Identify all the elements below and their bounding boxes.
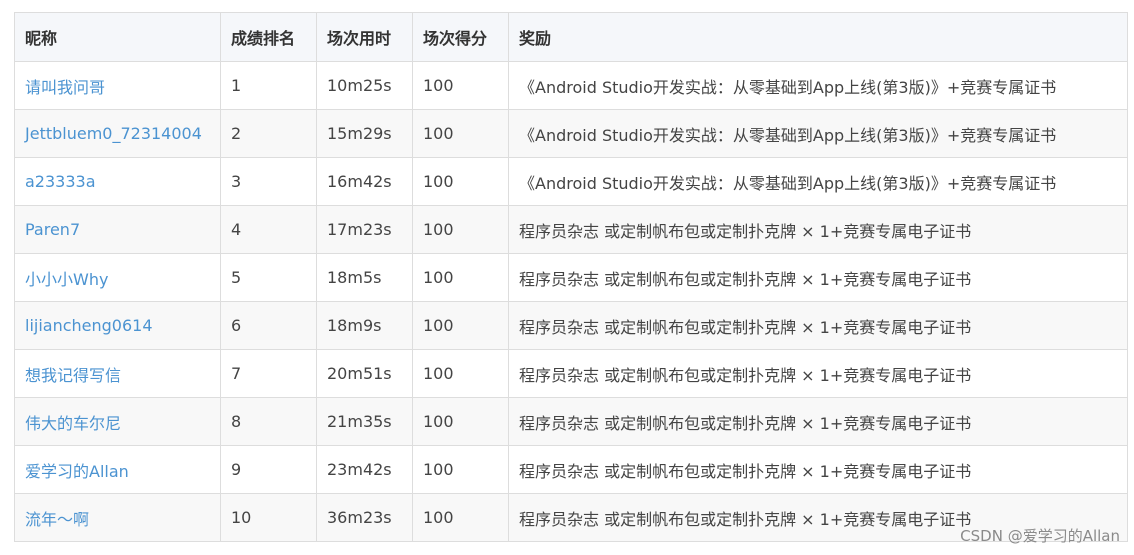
score-cell: 100 (412, 253, 509, 302)
nickname-link[interactable]: 伟大的车尔尼 (14, 397, 221, 446)
reward-cell: 程序员杂志 或定制帆布包或定制扑克牌 × 1+竞赛专属电子证书 (508, 349, 1128, 398)
table-row: Paren7 4 17m23s 100 程序员杂志 或定制帆布包或定制扑克牌 ×… (14, 205, 1128, 254)
rank-cell: 2 (220, 109, 317, 158)
score-cell: 100 (412, 61, 509, 110)
table-row: 爱学习的Allan 9 23m42s 100 程序员杂志 或定制帆布包或定制扑克… (14, 445, 1128, 494)
table-header-row: 昵称 成绩排名 场次用时 场次得分 奖励 (14, 12, 1128, 62)
score-cell: 100 (412, 157, 509, 206)
ranking-table: 昵称 成绩排名 场次用时 场次得分 奖励 请叫我问哥 1 10m25s 100 … (14, 12, 1128, 542)
score-cell: 100 (412, 493, 509, 542)
col-header-rank: 成绩排名 (220, 12, 317, 62)
time-cell: 20m51s (316, 349, 413, 398)
score-cell: 100 (412, 445, 509, 494)
score-cell: 100 (412, 205, 509, 254)
time-cell: 15m29s (316, 109, 413, 158)
nickname-link[interactable]: lijiancheng0614 (14, 301, 221, 350)
nickname-link[interactable]: Paren7 (14, 205, 221, 254)
table-row: 伟大的车尔尼 8 21m35s 100 程序员杂志 或定制帆布包或定制扑克牌 ×… (14, 397, 1128, 446)
time-cell: 18m5s (316, 253, 413, 302)
reward-cell: 程序员杂志 或定制帆布包或定制扑克牌 × 1+竞赛专属电子证书 (508, 445, 1128, 494)
nickname-link[interactable]: 小小小Why (14, 253, 221, 302)
score-cell: 100 (412, 301, 509, 350)
table-row: a23333a 3 16m42s 100 《Android Studio开发实战… (14, 157, 1128, 206)
rank-cell: 5 (220, 253, 317, 302)
time-cell: 21m35s (316, 397, 413, 446)
nickname-link[interactable]: 爱学习的Allan (14, 445, 221, 494)
reward-cell: 程序员杂志 或定制帆布包或定制扑克牌 × 1+竞赛专属电子证书 (508, 397, 1128, 446)
reward-cell: 《Android Studio开发实战：从零基础到App上线(第3版)》+竞赛专… (508, 157, 1128, 206)
rank-cell: 4 (220, 205, 317, 254)
table-row: lijiancheng0614 6 18m9s 100 程序员杂志 或定制帆布包… (14, 301, 1128, 350)
col-header-reward: 奖励 (508, 12, 1128, 62)
time-cell: 10m25s (316, 61, 413, 110)
col-header-time: 场次用时 (316, 12, 413, 62)
time-cell: 16m42s (316, 157, 413, 206)
time-cell: 36m23s (316, 493, 413, 542)
reward-cell: 程序员杂志 或定制帆布包或定制扑克牌 × 1+竞赛专属电子证书 (508, 301, 1128, 350)
rank-cell: 10 (220, 493, 317, 542)
rank-cell: 9 (220, 445, 317, 494)
nickname-link[interactable]: Jettbluem0_72314004 (14, 109, 221, 158)
col-header-score: 场次得分 (412, 12, 509, 62)
score-cell: 100 (412, 397, 509, 446)
rank-cell: 7 (220, 349, 317, 398)
time-cell: 18m9s (316, 301, 413, 350)
table-row: Jettbluem0_72314004 2 15m29s 100 《Androi… (14, 109, 1128, 158)
nickname-link[interactable]: 想我记得写信 (14, 349, 221, 398)
nickname-link[interactable]: a23333a (14, 157, 221, 206)
table-row: 想我记得写信 7 20m51s 100 程序员杂志 或定制帆布包或定制扑克牌 ×… (14, 349, 1128, 398)
col-header-nickname: 昵称 (14, 12, 221, 62)
reward-cell: 程序员杂志 或定制帆布包或定制扑克牌 × 1+竞赛专属电子证书 (508, 205, 1128, 254)
rank-cell: 1 (220, 61, 317, 110)
rank-cell: 8 (220, 397, 317, 446)
time-cell: 23m42s (316, 445, 413, 494)
nickname-link[interactable]: 流年～啊 (14, 493, 221, 542)
reward-cell: 程序员杂志 或定制帆布包或定制扑克牌 × 1+竞赛专属电子证书 (508, 253, 1128, 302)
nickname-link[interactable]: 请叫我问哥 (14, 61, 221, 110)
score-cell: 100 (412, 109, 509, 158)
rank-cell: 6 (220, 301, 317, 350)
reward-cell: 《Android Studio开发实战：从零基础到App上线(第3版)》+竞赛专… (508, 109, 1128, 158)
csdn-watermark: CSDN @爱学习的Allan (960, 527, 1120, 545)
score-cell: 100 (412, 349, 509, 398)
table-row: 小小小Why 5 18m5s 100 程序员杂志 或定制帆布包或定制扑克牌 × … (14, 253, 1128, 302)
table-row: 请叫我问哥 1 10m25s 100 《Android Studio开发实战：从… (14, 61, 1128, 110)
rank-cell: 3 (220, 157, 317, 206)
time-cell: 17m23s (316, 205, 413, 254)
reward-cell: 《Android Studio开发实战：从零基础到App上线(第3版)》+竞赛专… (508, 61, 1128, 110)
